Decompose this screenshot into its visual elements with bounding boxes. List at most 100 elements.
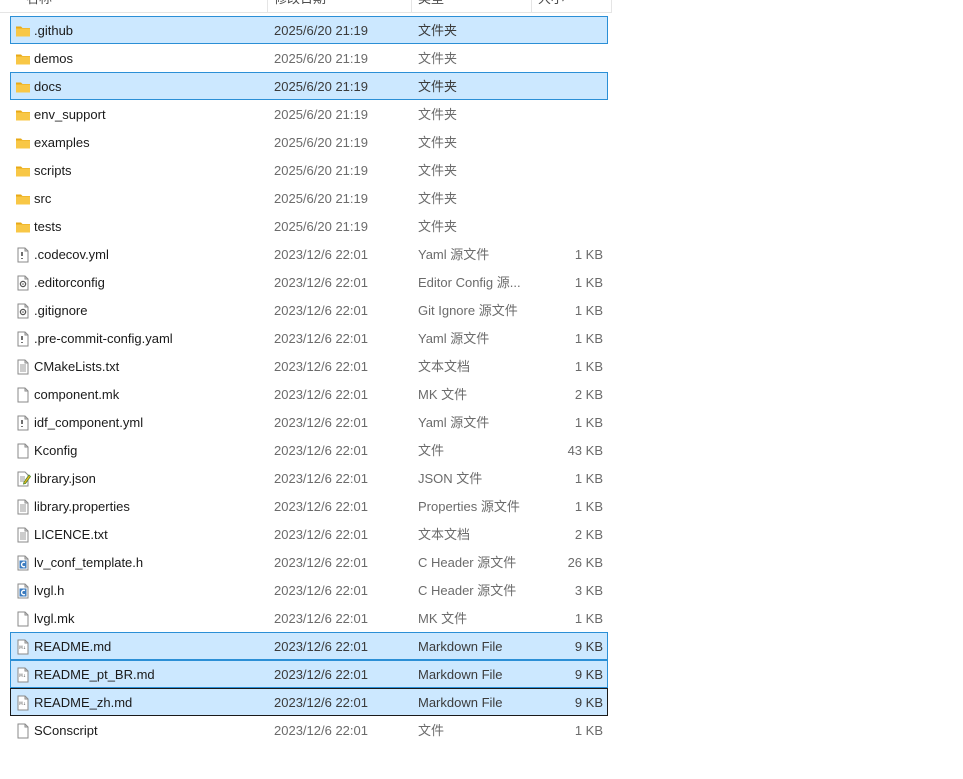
folder-icon (15, 107, 31, 123)
file-row[interactable]: M↓ README_zh.md 2023/12/6 22:01 Markdown Fi… (10, 688, 608, 716)
file-name: .github (34, 23, 74, 38)
file-name: README.md (34, 639, 112, 654)
file-list: .github 2025/6/20 21:19 文件夹 demos 2025/6/20 … (0, 16, 612, 744)
blank-file-icon (15, 387, 31, 403)
config-file-icon (15, 275, 31, 291)
file-size: 1 KB (574, 499, 603, 514)
file-row[interactable]: docs 2025/6/20 21:19 文件夹 (10, 72, 608, 100)
folder-icon (15, 23, 31, 39)
file-size: 1 KB (574, 415, 603, 430)
file-modified-date: 2023/12/6 22:01 (274, 695, 368, 710)
file-name: .pre-commit-config.yaml (34, 331, 173, 346)
file-name: component.mk (34, 387, 120, 402)
file-type: 文件夹 (418, 23, 458, 38)
file-row[interactable]: scripts 2025/6/20 21:19 文件夹 (10, 156, 608, 184)
file-type: Properties 源文件 (418, 499, 520, 514)
column-header-type[interactable]: 类型 (412, 0, 532, 12)
file-row[interactable]: LICENCE.txt 2023/12/6 22:01 文本文档 2 KB (10, 520, 608, 548)
file-size: 26 KB (567, 555, 603, 570)
file-row[interactable]: lvgl.mk 2023/12/6 22:01 MK 文件 1 KB (10, 604, 608, 632)
file-row[interactable]: lv_conf_template.h 2023/12/6 22:01 C Heade… (10, 548, 608, 576)
file-size: 9 KB (574, 667, 603, 682)
file-name: lv_conf_template.h (34, 555, 144, 570)
file-row[interactable]: .codecov.yml 2023/12/6 22:01 Yaml 源文件 1 KB (10, 240, 608, 268)
file-type: 文件夹 (418, 191, 458, 206)
file-name: scripts (34, 163, 72, 178)
file-row[interactable]: component.mk 2023/12/6 22:01 MK 文件 2 KB (10, 380, 608, 408)
file-row[interactable]: Kconfig 2023/12/6 22:01 文件 43 KB (10, 436, 608, 464)
file-name: tests (34, 219, 62, 234)
file-row[interactable]: .gitignore 2023/12/6 22:01 Git Ignore 源文件 1… (10, 296, 608, 324)
file-modified-date: 2023/12/6 22:01 (274, 471, 368, 486)
column-header-name[interactable]: 名称 (20, 0, 268, 12)
file-row[interactable]: src 2025/6/20 21:19 文件夹 (10, 184, 608, 212)
file-type: JSON 文件 (418, 471, 483, 486)
file-size: 1 KB (574, 331, 603, 346)
folder-icon (15, 191, 31, 207)
file-row[interactable]: CMakeLists.txt 2023/12/6 22:01 文本文档 1 KB (10, 352, 608, 380)
yaml-file-icon (15, 247, 31, 263)
folder-icon (15, 163, 31, 179)
blank-file-icon (15, 723, 31, 739)
file-size: 9 KB (574, 695, 603, 710)
folder-icon (15, 79, 31, 95)
file-row[interactable]: tests 2025/6/20 21:19 文件夹 (10, 212, 608, 240)
file-name: idf_component.yml (34, 415, 144, 430)
markdown-file-icon: M↓ (15, 639, 31, 655)
file-name: .codecov.yml (34, 247, 109, 262)
file-row[interactable]: lvgl.h 2023/12/6 22:01 C Header 源文件 3 KB (10, 576, 608, 604)
file-name: README_pt_BR.md (34, 667, 155, 682)
file-type: Markdown File (418, 667, 503, 682)
file-modified-date: 2023/12/6 22:01 (274, 527, 368, 542)
file-type: 文件 (418, 443, 445, 458)
file-row[interactable]: .pre-commit-config.yaml 2023/12/6 22:01 Ya… (10, 324, 608, 352)
file-type: Markdown File (418, 639, 503, 654)
file-row[interactable]: .github 2025/6/20 21:19 文件夹 (10, 16, 608, 44)
file-name: LICENCE.txt (34, 527, 108, 542)
file-row[interactable]: M↓ README.md 2023/12/6 22:01 Markdown File 9… (10, 632, 608, 660)
file-type: 文件夹 (418, 107, 458, 122)
file-modified-date: 2025/6/20 21:19 (274, 51, 368, 66)
file-modified-date: 2023/12/6 22:01 (274, 359, 368, 374)
file-row[interactable]: library.properties 2023/12/6 22:01 Propert… (10, 492, 608, 520)
file-row[interactable]: M↓ README_pt_BR.md 2023/12/6 22:01 Markdown… (10, 660, 608, 688)
column-header-date[interactable]: 修改日期 (268, 0, 412, 12)
file-type: Yaml 源文件 (418, 247, 490, 262)
file-row[interactable]: examples 2025/6/20 21:19 文件夹 (10, 128, 608, 156)
c-header-file-icon (15, 583, 31, 599)
file-modified-date: 2025/6/20 21:19 (274, 107, 368, 122)
column-header: 名称 修改日期 类型 大小 (0, 0, 612, 13)
file-modified-date: 2023/12/6 22:01 (274, 555, 368, 570)
file-size: 1 KB (574, 359, 603, 374)
file-modified-date: 2023/12/6 22:01 (274, 583, 368, 598)
file-name: demos (34, 51, 74, 66)
file-type: 文件夹 (418, 51, 458, 66)
file-name: library.properties (34, 499, 130, 514)
file-name: docs (34, 79, 62, 94)
file-row[interactable]: library.json 2023/12/6 22:01 JSON 文件 1 KB (10, 464, 608, 492)
file-type: Markdown File (418, 695, 503, 710)
file-explorer: 名称 修改日期 类型 大小 .github2025/6/20 21:19文件夹d… (0, 0, 963, 779)
svg-text:M↓: M↓ (19, 673, 26, 678)
file-size: 2 KB (574, 527, 603, 542)
file-modified-date: 2025/6/20 21:19 (274, 163, 368, 178)
file-modified-date: 2023/12/6 22:01 (274, 303, 368, 318)
file-modified-date: 2023/12/6 22:01 (274, 639, 368, 654)
file-row[interactable]: demos 2025/6/20 21:19 文件夹 (10, 44, 608, 72)
file-row[interactable]: SConscript 2023/12/6 22:01 文件 1 KB (10, 716, 608, 744)
file-size: 43 KB (567, 443, 603, 458)
file-row[interactable]: .editorconfig 2023/12/6 22:01 Editor Confi… (10, 268, 608, 296)
file-name: src (34, 191, 52, 206)
file-row[interactable]: idf_component.yml 2023/12/6 22:01 Yaml 源文件… (10, 408, 608, 436)
file-type: 文本文档 (418, 527, 471, 542)
file-type: C Header 源文件 (418, 583, 517, 598)
file-row[interactable]: env_support 2025/6/20 21:19 文件夹 (10, 100, 608, 128)
column-header-size[interactable]: 大小 (532, 0, 612, 12)
file-modified-date: 2025/6/20 21:19 (274, 23, 368, 38)
file-name: SConscript (34, 723, 98, 738)
file-name: examples (34, 135, 90, 150)
config-file-icon (15, 303, 31, 319)
text-file-icon (15, 359, 31, 375)
file-type: 文件夹 (418, 135, 458, 150)
markdown-file-icon: M↓ (15, 695, 31, 711)
